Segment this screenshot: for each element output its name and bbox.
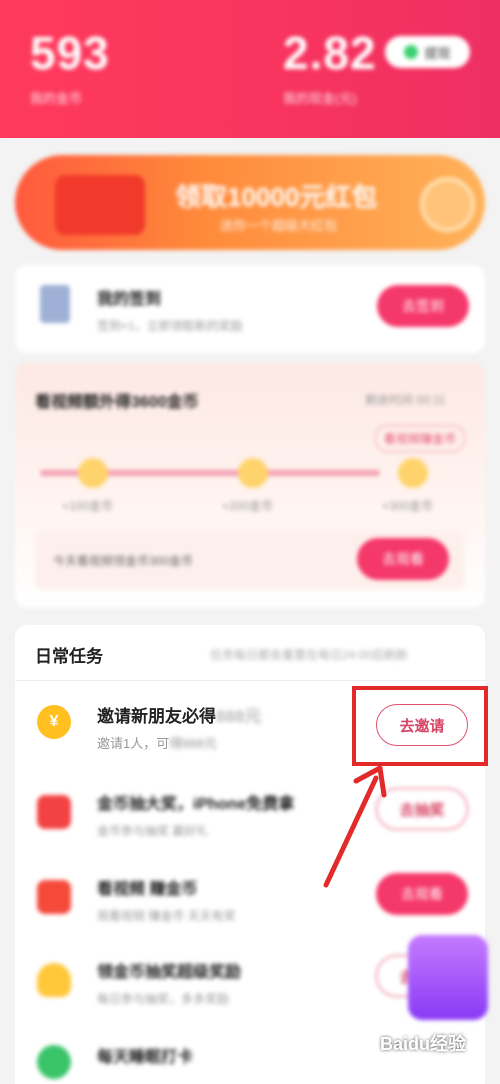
watermark: Baidu经验 [380,1034,467,1054]
annotation-arrow-icon [323,765,387,888]
